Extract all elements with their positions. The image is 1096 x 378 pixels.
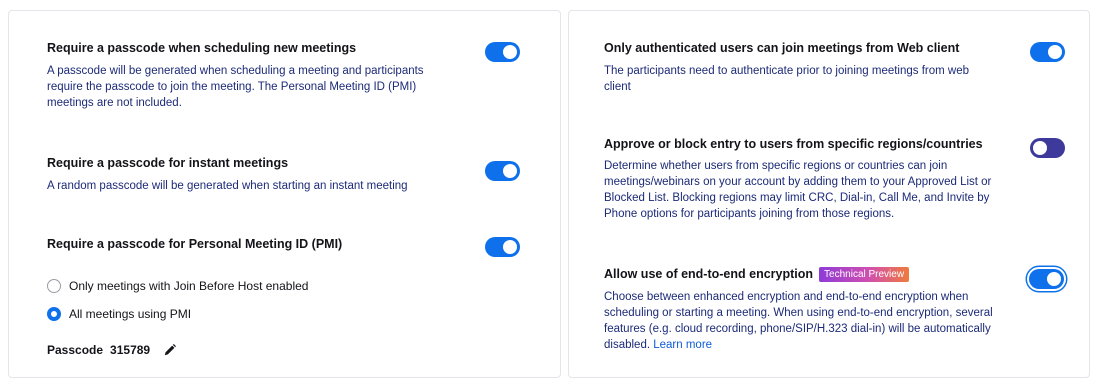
setting-desc-passcode-scheduling: A passcode will be generated when schedu… (47, 65, 424, 109)
setting-desc-web-auth: The participants need to authenticate pr… (604, 65, 970, 93)
toggle-passcode-scheduling[interactable] (485, 42, 520, 62)
radio-label: All meetings using PMI (69, 307, 192, 321)
setting-desc-e2e: Choose between enhanced encryption and e… (604, 289, 1024, 353)
toggle-knob (1048, 45, 1062, 59)
learn-more-link[interactable]: Learn more (653, 339, 712, 351)
toggle-knob (503, 164, 517, 178)
toggle-knob (1047, 272, 1061, 286)
passcode-label: Passcode (47, 343, 104, 357)
pencil-icon[interactable] (163, 343, 177, 357)
radio-label: Only meetings with Join Before Host enab… (69, 279, 309, 293)
setting-title-regions: Approve or block entry to users from spe… (604, 137, 983, 151)
radio-option-all-pmi[interactable]: All meetings using PMI (47, 307, 191, 321)
toggle-passcode-instant[interactable] (485, 161, 520, 181)
pmi-passcode-row: Passcode 315789 (47, 343, 177, 357)
e2e-title-text: Allow use of end-to-end encryption (604, 267, 814, 281)
setting-desc-passcode-instant: A random passcode will be generated when… (47, 180, 408, 192)
meeting-security-panel: Only authenticated users can join meetin… (568, 10, 1090, 378)
toggle-web-auth[interactable] (1030, 42, 1065, 62)
meeting-passcode-panel: Require a passcode when scheduling new m… (8, 10, 561, 378)
setting-title-passcode-pmi: Require a passcode for Personal Meeting … (47, 237, 343, 251)
toggle-regions[interactable] (1030, 138, 1065, 158)
setting-title-web-auth: Only authenticated users can join meetin… (604, 41, 960, 55)
radio-checked[interactable] (47, 307, 61, 321)
setting-desc-regions: Determine whether users from specific re… (604, 160, 992, 220)
toggle-knob (503, 45, 517, 59)
radio-option-join-before-host[interactable]: Only meetings with Join Before Host enab… (47, 279, 308, 293)
toggle-e2e[interactable] (1029, 269, 1064, 289)
toggle-knob (1033, 141, 1047, 155)
setting-title-passcode-instant: Require a passcode for instant meetings (47, 156, 289, 170)
setting-title-e2e: Allow use of end-to-end encryption Techni… (604, 267, 910, 282)
toggle-knob (503, 240, 517, 254)
technical-preview-badge: Technical Preview (819, 267, 910, 282)
setting-title-passcode-scheduling: Require a passcode when scheduling new m… (47, 41, 357, 55)
toggle-passcode-pmi[interactable] (485, 237, 520, 257)
radio-unchecked[interactable] (47, 279, 61, 293)
passcode-value: 315789 (110, 343, 151, 357)
